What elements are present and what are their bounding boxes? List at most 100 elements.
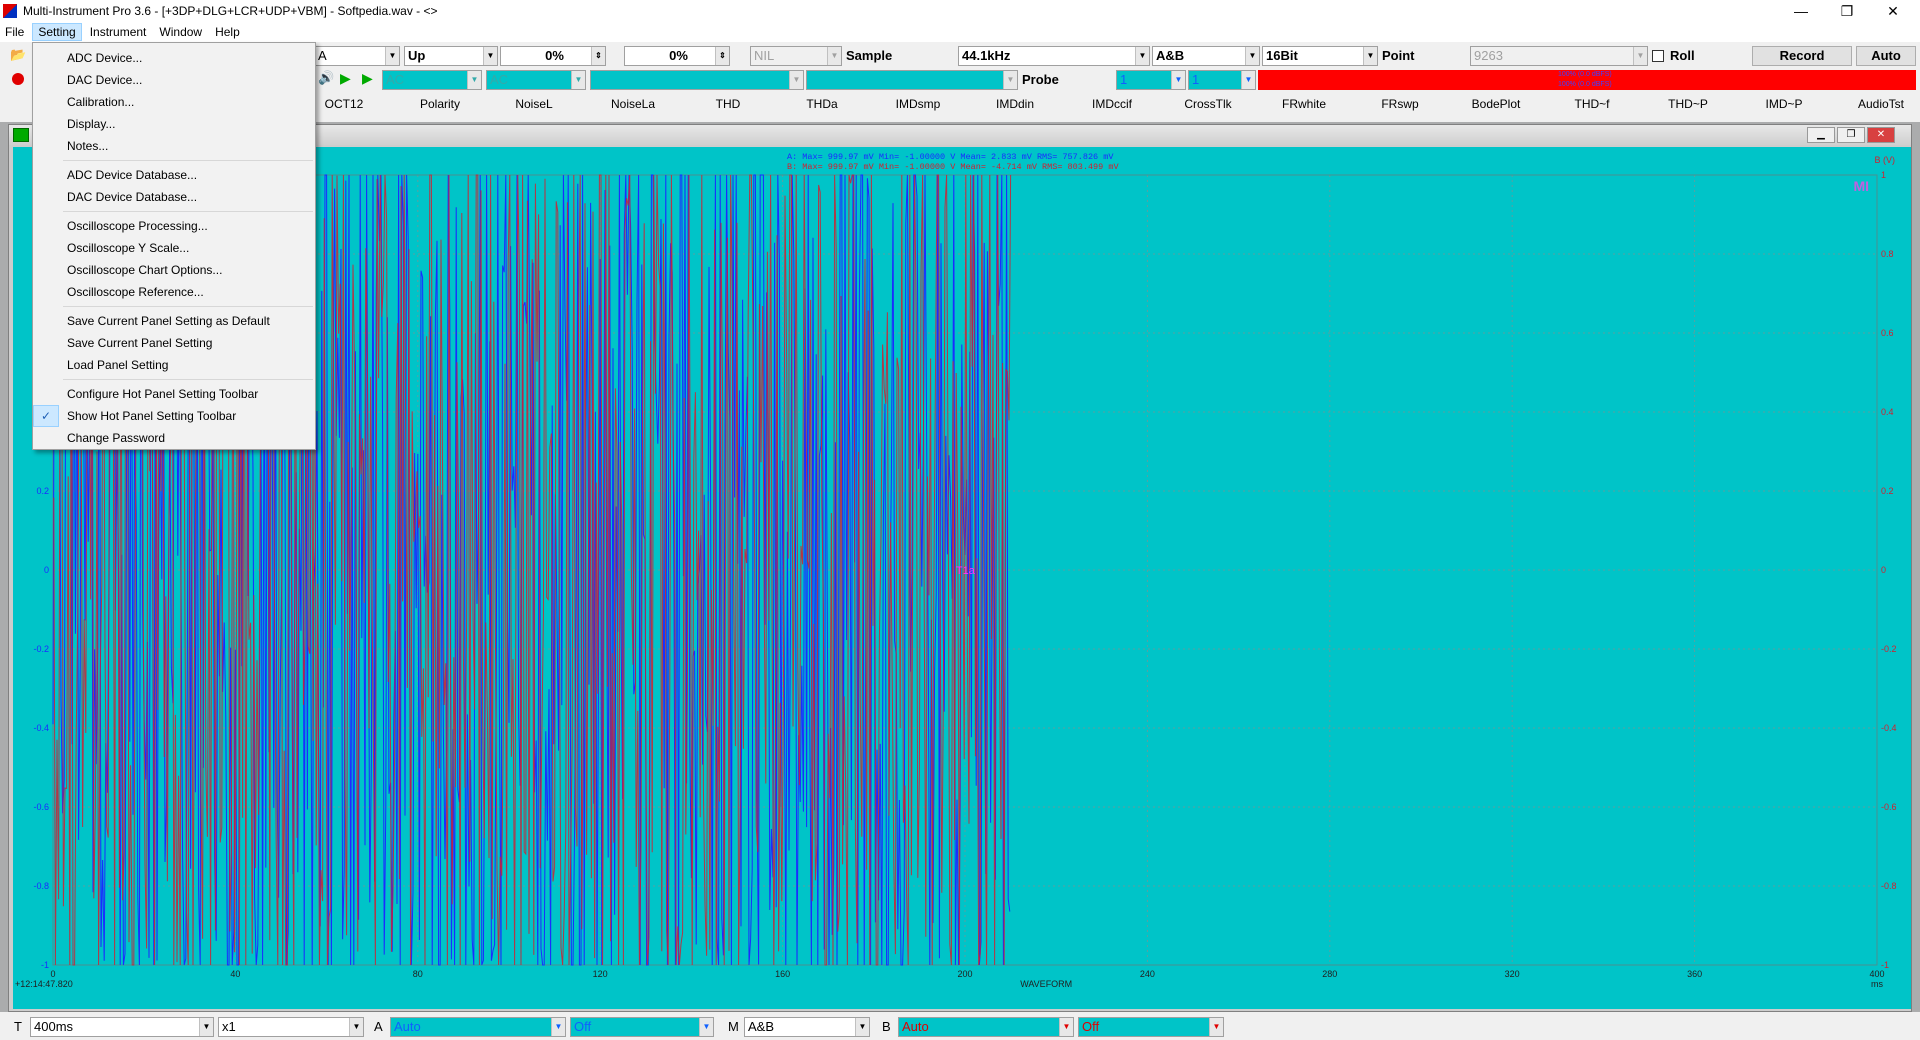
title-bar: Multi-Instrument Pro 3.6 - [+3DP+DLG+LCR… [0,0,1920,22]
menu-file[interactable]: File [0,23,29,41]
menu-item-load-panel-setting[interactable]: Load Panel Setting [33,354,315,376]
child-restore-button[interactable]: ❐ [1837,127,1865,143]
hotpanel-bodeplot[interactable]: BodePlot [1462,94,1530,114]
level-b-text: 100% (0.0 dBFS) [1558,81,1612,88]
app-icon[interactable] [3,4,17,18]
menu-bar: File Setting Instrument Window Help [0,22,1920,42]
point-count-select[interactable]: 9263 ▼ [1470,46,1648,66]
menu-window[interactable]: Window [154,23,207,41]
minimize-button[interactable]: — [1778,0,1824,22]
hotpanel-frswp[interactable]: FRswp [1366,94,1434,114]
play-step-icon[interactable]: ▶ [362,70,373,87]
hotpanel-frwhite[interactable]: FRwhite [1270,94,1338,114]
nil-select[interactable]: NIL ▼ [750,46,842,66]
menu-item-oscilloscope-reference[interactable]: Oscilloscope Reference... [33,281,315,303]
timebase-select[interactable]: 400ms ▼ [30,1017,214,1037]
auto-button[interactable]: Auto [1856,46,1916,66]
menu-item-label: Save Current Panel Setting [67,336,213,350]
close-button[interactable]: ✕ [1870,0,1916,22]
channel-b-range-select[interactable]: Auto ▼ [898,1017,1074,1037]
hotpanel-thd-f[interactable]: THD~f [1558,94,1626,114]
channel-a-param-select[interactable]: ▼ [590,70,804,90]
menu-help[interactable]: Help [210,23,245,41]
menu-item-label: ADC Device... [67,51,143,65]
channel-a-offset-select[interactable]: Off ▼ [570,1017,714,1037]
open-folder-icon[interactable]: 📂 [10,47,28,63]
menu-item-oscilloscope-processing[interactable]: Oscilloscope Processing... [33,215,315,237]
hotpanel-thda[interactable]: THDa [790,94,854,114]
roll-checkbox[interactable] [1652,50,1664,62]
menu-item-display[interactable]: Display... [33,113,315,135]
play-icon[interactable]: ▶ [340,70,351,87]
mode-select[interactable]: A&B ▼ [744,1017,870,1037]
restore-button[interactable]: ❐ [1824,0,1870,22]
coupling-b-select[interactable]: AC ▼ [486,70,586,90]
menu-item-dac-device[interactable]: DAC Device... [33,69,315,91]
menu-item-show-hot-panel-setting-toolbar[interactable]: ✓ Show Hot Panel Setting Toolbar [33,405,315,427]
x-tick-label: 160 [775,969,790,979]
menu-item-dac-device-database[interactable]: DAC Device Database... [33,186,315,208]
menu-item-adc-device[interactable]: ADC Device... [33,47,315,69]
y-tick-label-left: -0.8 [33,881,49,891]
menu-item-change-password[interactable]: Change Password [33,427,315,449]
bit-depth-select[interactable]: 16Bit ▼ [1262,46,1378,66]
child-minimize-button[interactable]: ▁ [1807,127,1835,143]
x-tick-label: 120 [593,969,608,979]
menu-item-save-current-panel-setting-as-default[interactable]: Save Current Panel Setting as Default [33,310,315,332]
probe-a-select[interactable]: 1 ▼ [1116,70,1186,90]
channel-b-param-select[interactable]: ▼ [806,70,1018,90]
x-tick-label: 80 [413,969,423,979]
trigger-level-spin-2[interactable]: 0% ⇕ [624,46,730,66]
menu-item-oscilloscope-chart-options[interactable]: Oscilloscope Chart Options... [33,259,315,281]
bottom-toolbar: T 400ms ▼ x1 ▼ A Auto ▼ Off ▼ M A&B ▼ B Auto ▼… [0,1015,1920,1040]
menu-separator [63,306,313,307]
probe-b-select[interactable]: 1 ▼ [1188,70,1256,90]
menu-item-save-current-panel-setting[interactable]: Save Current Panel Setting [33,332,315,354]
menu-item-label: Configure Hot Panel Setting Toolbar [67,387,259,401]
hotpanel-imddin[interactable]: IMDdin [982,94,1048,114]
hotpanel-imdccif[interactable]: IMDccif [1078,94,1146,114]
channel-b-label: B [882,1019,891,1034]
coupling-a-select[interactable]: AC ▼ [382,70,482,90]
x-axis-unit: ms [1871,979,1883,989]
hotpanel-noisela[interactable]: NoiseLa [598,94,668,114]
menu-instrument[interactable]: Instrument [85,23,152,41]
channel-a-label: A [374,1019,383,1034]
trigger-edge-select[interactable]: Up ▼ [404,46,498,66]
hotpanel-imd-p[interactable]: IMD~P [1750,94,1818,114]
x-tick-label: 360 [1687,969,1702,979]
channel-b-offset-select[interactable]: Off ▼ [1078,1017,1224,1037]
menu-item-oscilloscope-y-scale[interactable]: Oscilloscope Y Scale... [33,237,315,259]
menu-item-label: ADC Device Database... [67,168,198,182]
sample-rate-select[interactable]: 44.1kHz ▼ [958,46,1150,66]
x-tick-label: 40 [230,969,240,979]
hotpanel-crosstlk[interactable]: CrossTlk [1174,94,1242,114]
channel-a-range-select[interactable]: Auto ▼ [390,1017,566,1037]
menu-item-configure-hot-panel-setting-toolbar[interactable]: Configure Hot Panel Setting Toolbar [33,383,315,405]
speaker-icon[interactable]: 🔊 [318,70,334,86]
hotpanel-thd-p[interactable]: THD~P [1654,94,1722,114]
hotpanel-imdsmp[interactable]: IMDsmp [884,94,952,114]
zoom-select[interactable]: x1 ▼ [218,1017,364,1037]
trigger-source-select[interactable]: A ▼ [314,46,400,66]
menu-item-label: Save Current Panel Setting as Default [67,314,270,328]
menu-item-label: Calibration... [67,95,135,109]
y-tick-label-left: 0 [44,565,49,575]
menu-setting[interactable]: Setting [32,23,82,41]
hotpanel-oct12[interactable]: OCT12 [316,94,372,114]
hotpanel-polarity[interactable]: Polarity [408,94,472,114]
x-tick-label: 400 [1869,969,1884,979]
setting-menu: ADC Device... DAC Device... Calibration...… [32,42,316,450]
hotpanel-audiotst[interactable]: AudioTst [1846,94,1916,114]
menu-item-adc-device-database[interactable]: ADC Device Database... [33,164,315,186]
menu-item-label: Oscilloscope Chart Options... [67,263,223,277]
record-dot-icon[interactable] [12,73,24,85]
menu-item-calibration[interactable]: Calibration... [33,91,315,113]
menu-item-notes[interactable]: Notes... [33,135,315,157]
hotpanel-thd[interactable]: THD [696,94,760,114]
child-close-button[interactable]: ✕ [1867,127,1895,143]
hotpanel-noisel[interactable]: NoiseL [502,94,566,114]
trigger-level-spin-1[interactable]: 0% ⇕ [500,46,606,66]
record-button[interactable]: Record [1752,46,1852,66]
channel-select[interactable]: A&B ▼ [1152,46,1260,66]
